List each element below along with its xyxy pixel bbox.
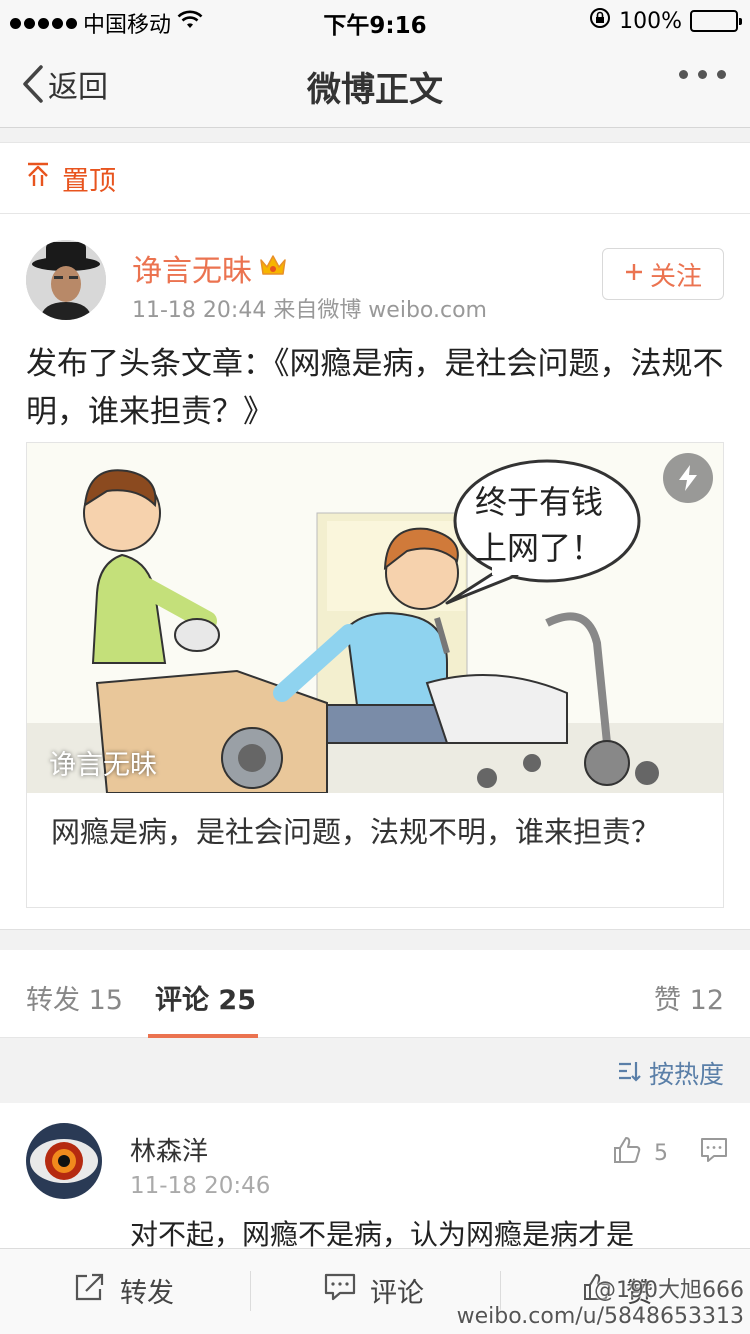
tab-repost[interactable]: 转发 15 [26, 978, 123, 1017]
pin-icon [26, 162, 50, 195]
comment-text: 对不起，网瘾不是病，认为网瘾是病才是 [130, 1218, 635, 1251]
battery-icon [690, 10, 742, 32]
repost-button[interactable]: 转发 [74, 1271, 174, 1310]
tab-like[interactable]: 赞 12 [654, 978, 724, 1017]
comment-label: 评论 [370, 1278, 424, 1309]
active-tab-indicator [148, 1034, 258, 1038]
plus-icon [624, 259, 644, 289]
tab-comment-count: 25 [218, 985, 256, 1016]
sort-bar: 按热度 [0, 1039, 750, 1103]
more-icon[interactable] [679, 70, 726, 79]
sort-icon [617, 1059, 641, 1088]
follow-label: 关注 [649, 261, 702, 292]
follow-button[interactable]: 关注 [602, 248, 724, 300]
watermark: @190大旭666 weibo.com/u/5848653313 [457, 1278, 744, 1330]
article-title: 网瘾是病，是社会问题，法规不明，谁来担责？ [51, 815, 661, 849]
toolbar-divider [250, 1271, 251, 1311]
post-text: 发布了头条文章：《网瘾是病，是社会问题，法规不明，谁来担责？》 [26, 346, 724, 430]
comment-item: 林森洋 11-18 20:46 对不起，网瘾不是病，认为网瘾是病才是 5 [0, 1103, 750, 1251]
flash-icon [663, 453, 713, 503]
thumbs-up-icon [612, 1135, 642, 1171]
battery-label: 100% [619, 8, 682, 34]
watermark-line2: weibo.com/u/5848653313 [456, 1304, 744, 1329]
sort-label: 按热度 [648, 1060, 724, 1089]
comment-button[interactable]: 评论 [324, 1271, 424, 1310]
status-bar: 中国移动 下午9:16 100% [0, 0, 750, 40]
reply-comment-icon[interactable] [700, 1137, 728, 1167]
rotation-lock-icon [589, 7, 611, 35]
tab-like-count: 12 [689, 985, 724, 1016]
pinned-label: 置顶 [62, 165, 116, 197]
tab-repost-count: 15 [88, 985, 123, 1016]
post-meta: 11-18 20:44 来自微博 weibo.com [132, 298, 487, 323]
speech-bubble-line1: 终于有钱 [475, 483, 604, 521]
commenter-name[interactable]: 林森洋 [130, 1131, 208, 1168]
crown-icon [258, 251, 288, 286]
comment-like-count: 5 [654, 1140, 668, 1166]
tab-comment[interactable]: 评论 25 [155, 978, 256, 1017]
commenter-avatar[interactable] [26, 1123, 102, 1199]
image-caption: 诤言无昧 [49, 750, 157, 781]
watermark-line1: @190大旭666 [594, 1278, 744, 1303]
nav-bar: 返回 微博正文 [0, 40, 750, 128]
comment-like-button[interactable]: 5 [612, 1135, 668, 1171]
pinned-bar: 置顶 [0, 142, 750, 214]
status-right: 100% [589, 7, 742, 35]
repost-label: 转发 [120, 1278, 174, 1309]
post-card: 诤言无昧 11-18 20:44 来自微博 weibo.com 关注 发布了头条… [0, 214, 750, 930]
article-card[interactable]: 终于有钱 上网了！ 诤言无昧 网瘾是病，是社会问题，法规不明，谁来担责？ [26, 442, 724, 908]
author-name: 诤言无昧 [132, 254, 252, 289]
avatar[interactable] [26, 240, 106, 320]
post-author[interactable]: 诤言无昧 [132, 246, 288, 290]
tab-comment-label: 评论 [155, 985, 209, 1016]
tab-repost-label: 转发 [26, 985, 80, 1016]
tab-like-label: 赞 [654, 985, 682, 1016]
sort-button[interactable]: 按热度 [617, 1055, 724, 1091]
comment-icon [324, 1272, 356, 1309]
page-title: 微博正文 [307, 70, 443, 110]
share-icon [74, 1272, 106, 1309]
interaction-tabs: 转发 15 评论 25 赞 12 [0, 950, 750, 1038]
comment-time: 11-18 20:46 [130, 1173, 271, 1199]
speech-bubble-line2: 上网了！ [475, 529, 604, 567]
article-image: 终于有钱 上网了！ 诤言无昧 [27, 443, 723, 793]
